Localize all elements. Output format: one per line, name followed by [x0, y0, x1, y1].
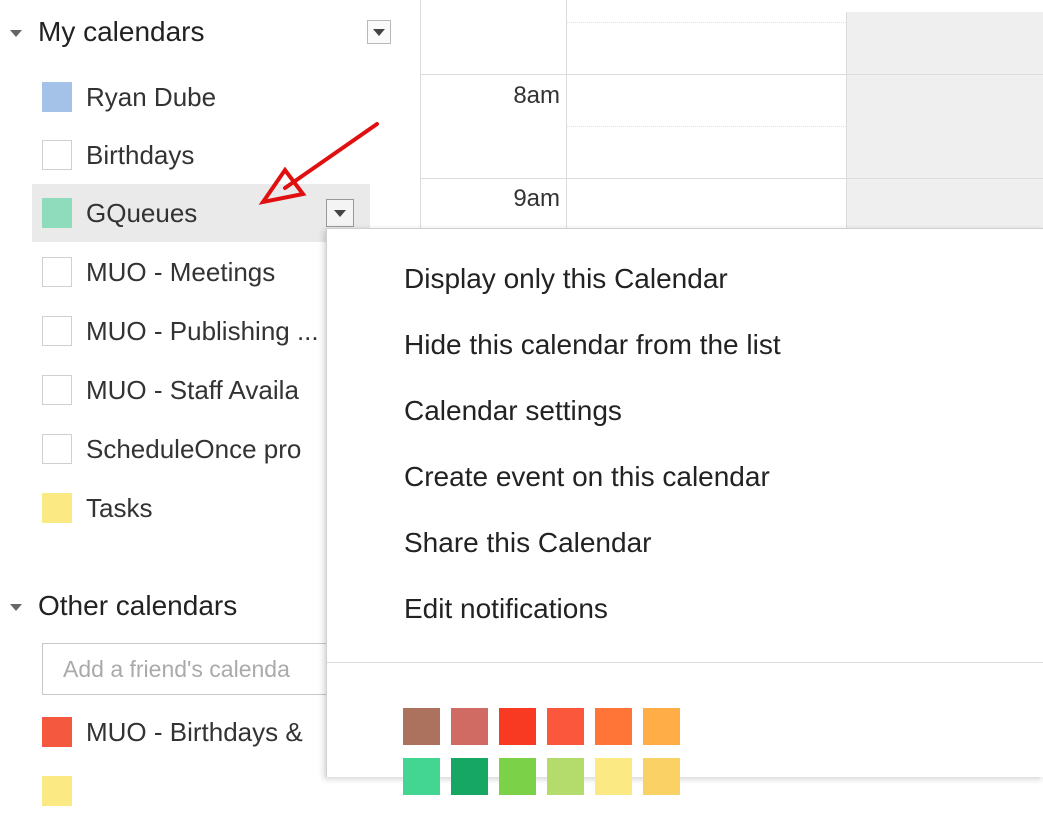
other-calendars-header[interactable]: Other calendars [10, 586, 237, 626]
calendar-color-swatch[interactable] [42, 434, 72, 464]
color-chip[interactable] [547, 708, 584, 745]
calendar-label: ScheduleOnce pro [86, 433, 302, 464]
chevron-down-icon [373, 28, 385, 36]
menu-item-edit-notifications[interactable]: Edit notifications [327, 577, 1043, 641]
calendar-label: MUO - Birthdays & [86, 716, 303, 747]
calendar-label: MUO - Publishing ... [86, 315, 319, 346]
calendar-options-menu: Display only this Calendar Hide this cal… [326, 228, 1043, 795]
time-gutter-border [566, 0, 567, 230]
calendar-item-partial[interactable] [32, 762, 370, 820]
color-chip[interactable] [595, 708, 632, 745]
color-chip[interactable] [403, 708, 440, 745]
hour-line [420, 74, 1043, 75]
calendar-color-swatch[interactable] [42, 140, 72, 170]
color-chip[interactable] [643, 758, 680, 795]
collapse-arrow-icon[interactable] [10, 603, 22, 611]
menu-item-hide-calendar[interactable]: Hide this calendar from the list [327, 313, 1043, 377]
day-column-shaded[interactable] [846, 12, 1043, 230]
my-calendars-title: My calendars [38, 16, 205, 47]
color-chip[interactable] [499, 708, 536, 745]
chevron-down-icon [334, 209, 346, 217]
menu-item-share-calendar[interactable]: Share this Calendar [327, 511, 1043, 575]
calendar-label: GQueues [86, 197, 198, 228]
calendar-item-muo-publishing[interactable]: MUO - Publishing ... [32, 302, 370, 360]
half-hour-line [566, 126, 846, 127]
calendar-color-swatch[interactable] [42, 776, 72, 806]
other-calendars-title: Other calendars [38, 590, 238, 621]
calendar-label: MUO - Staff Availa [86, 374, 299, 405]
calendar-item-muo-birthdays[interactable]: MUO - Birthdays & [32, 703, 370, 761]
color-chip[interactable] [403, 758, 440, 795]
menu-item-display-only[interactable]: Display only this Calendar [327, 247, 1043, 311]
menu-divider [327, 662, 1043, 663]
calendar-label: Birthdays [86, 139, 195, 170]
calendar-color-swatch[interactable] [42, 375, 72, 405]
grid-border [420, 0, 421, 230]
color-chip[interactable] [499, 758, 536, 795]
calendar-label: Ryan Dube [86, 81, 217, 112]
color-chip[interactable] [643, 708, 680, 745]
color-chip[interactable] [451, 758, 488, 795]
hour-label-8am: 8am [513, 82, 560, 109]
calendar-color-swatch[interactable] [42, 316, 72, 346]
calendar-color-swatch[interactable] [42, 82, 72, 112]
red-arrow-annotation [258, 122, 379, 205]
calendar-label: MUO - Meetings [86, 256, 276, 287]
my-calendars-header[interactable]: My calendars [10, 12, 205, 52]
menu-item-calendar-settings[interactable]: Calendar settings [327, 379, 1043, 443]
collapse-arrow-icon[interactable] [10, 29, 22, 37]
color-chip[interactable] [451, 708, 488, 745]
half-hour-line [566, 22, 846, 23]
menu-item-create-event[interactable]: Create event on this calendar [327, 445, 1043, 509]
calendar-item-muo-staff-availability[interactable]: MUO - Staff Availa [32, 361, 370, 419]
color-chip[interactable] [547, 758, 584, 795]
calendar-label: Tasks [86, 492, 153, 523]
hour-label-9am: 9am [513, 185, 560, 212]
calendar-item-muo-meetings[interactable]: MUO - Meetings [32, 243, 370, 301]
color-chip[interactable] [595, 758, 632, 795]
calendar-color-swatch[interactable] [42, 198, 72, 228]
calendar-color-swatch[interactable] [42, 257, 72, 287]
hour-line [420, 178, 1043, 179]
my-calendars-dropdown-button[interactable] [367, 20, 391, 44]
calendar-color-swatch[interactable] [42, 717, 72, 747]
calendar-item-tasks[interactable]: Tasks [32, 479, 370, 537]
calendar-item-scheduleonce[interactable]: ScheduleOnce pro [32, 420, 370, 478]
calendar-color-swatch[interactable] [42, 493, 72, 523]
